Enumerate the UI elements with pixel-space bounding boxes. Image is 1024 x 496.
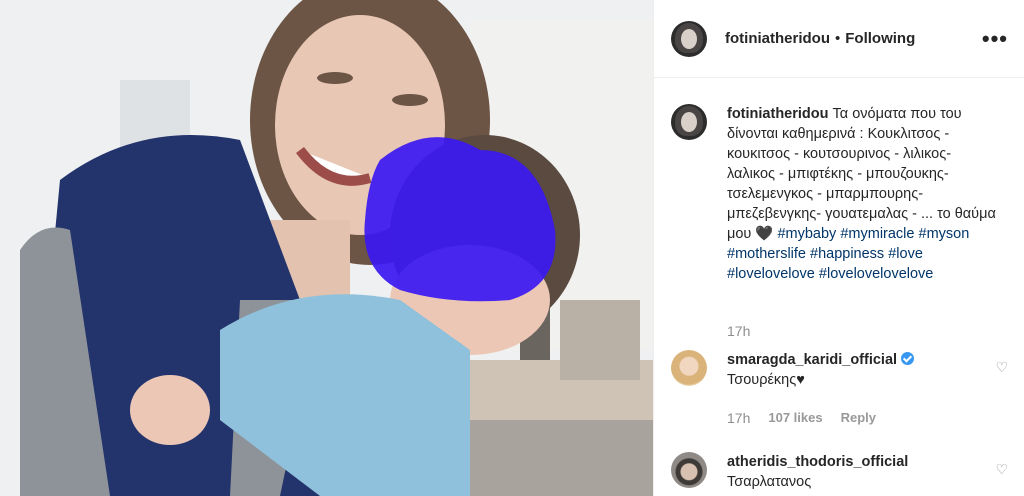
- caption-timestamp[interactable]: 17h: [727, 323, 750, 339]
- commenter-avatar[interactable]: [671, 452, 707, 488]
- post-photo[interactable]: [0, 0, 653, 496]
- comment-likes-count[interactable]: 107 likes: [768, 410, 822, 426]
- more-options-icon[interactable]: •••: [982, 27, 1008, 50]
- caption-body: Τα ονόματα που του δίνονται καθημερινά :…: [727, 106, 996, 242]
- caption-text-block: fotiniatheridou Τα ονόματα που του δίνον…: [727, 104, 999, 284]
- commenter-avatar[interactable]: [671, 350, 707, 386]
- hashtag-love[interactable]: #love: [888, 246, 923, 262]
- like-comment-heart-icon[interactable]: ♡: [995, 359, 1008, 376]
- instagram-post-view: fotiniatheridou • Following ••• fotiniat…: [0, 0, 1024, 496]
- hashtag-mybaby[interactable]: #mybaby: [777, 226, 836, 242]
- post-side-panel: fotiniatheridou • Following ••• fotiniat…: [653, 0, 1024, 496]
- comment-body: smaragda_karidi_official Τσουρέκης♥: [727, 350, 915, 390]
- caption-author-avatar[interactable]: [671, 104, 707, 140]
- post-caption: fotiniatheridou Τα ονόματα που του δίνον…: [671, 104, 1011, 284]
- commenter-username[interactable]: smaragda_karidi_official: [727, 352, 897, 368]
- comment-item: atheridis_thodoris_official Τσαρλατανος: [671, 452, 1011, 492]
- hashtag-lovelovelove[interactable]: #lovelovelove: [727, 266, 815, 282]
- comment-item: smaragda_karidi_official Τσουρέκης♥: [671, 350, 1011, 390]
- comment-timestamp[interactable]: 17h: [727, 410, 750, 426]
- hashtag-motherslife[interactable]: #motherslife: [727, 246, 806, 262]
- photo-illustration: [0, 0, 653, 496]
- author-avatar[interactable]: [671, 20, 707, 57]
- verified-badge-icon: [901, 352, 915, 365]
- comment-text: Τσαρλατανος: [727, 474, 812, 490]
- comment-body: atheridis_thodoris_official Τσαρλατανος: [727, 452, 908, 492]
- following-button[interactable]: Following: [845, 30, 915, 47]
- commenter-username[interactable]: atheridis_thodoris_official: [727, 454, 908, 470]
- hashtag-mymiracle[interactable]: #mymiracle: [840, 226, 914, 242]
- hashtag-lovelovelovelove[interactable]: #lovelovelovelove: [819, 266, 933, 282]
- author-username[interactable]: fotiniatheridou: [725, 30, 830, 47]
- hashtag-myson[interactable]: #myson: [919, 226, 970, 242]
- reply-button[interactable]: Reply: [841, 410, 876, 426]
- post-header: fotiniatheridou • Following •••: [654, 0, 1024, 78]
- separator-dot: •: [835, 30, 841, 47]
- caption-username[interactable]: fotiniatheridou: [727, 106, 829, 122]
- hashtag-happiness[interactable]: #happiness: [810, 246, 884, 262]
- like-comment-heart-icon[interactable]: ♡: [995, 461, 1008, 478]
- comment-meta: 17h 107 likes Reply: [727, 410, 876, 426]
- comment-text: Τσουρέκης♥: [727, 372, 805, 388]
